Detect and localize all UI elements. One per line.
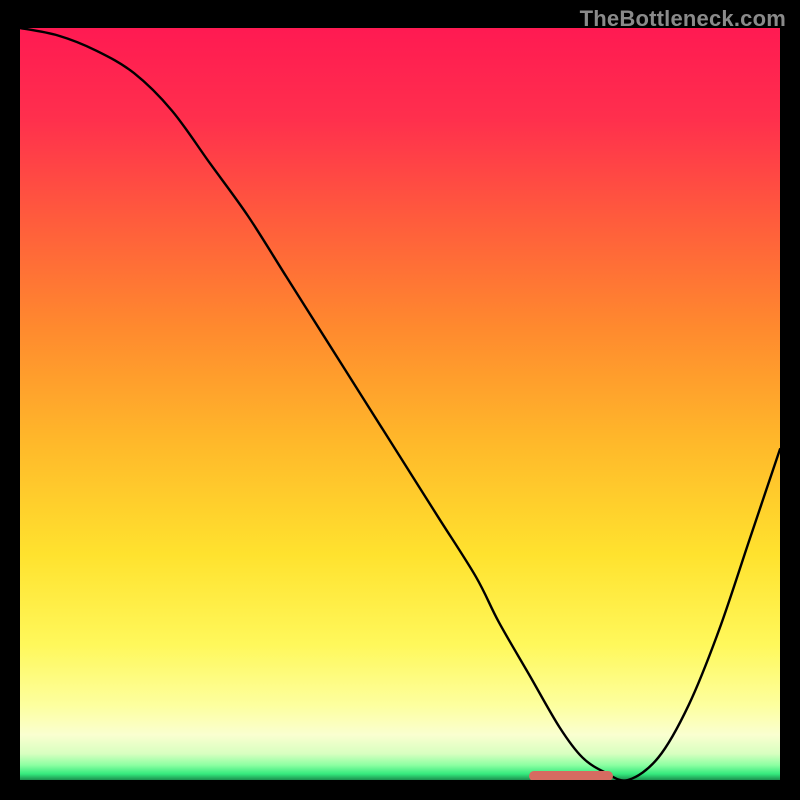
plot-area	[20, 28, 780, 780]
watermark-label: TheBottleneck.com	[580, 6, 786, 32]
curve-layer	[20, 28, 780, 780]
bottleneck-curve	[20, 28, 780, 780]
chart-frame: TheBottleneck.com	[0, 0, 800, 800]
optimum-marker	[529, 771, 613, 780]
